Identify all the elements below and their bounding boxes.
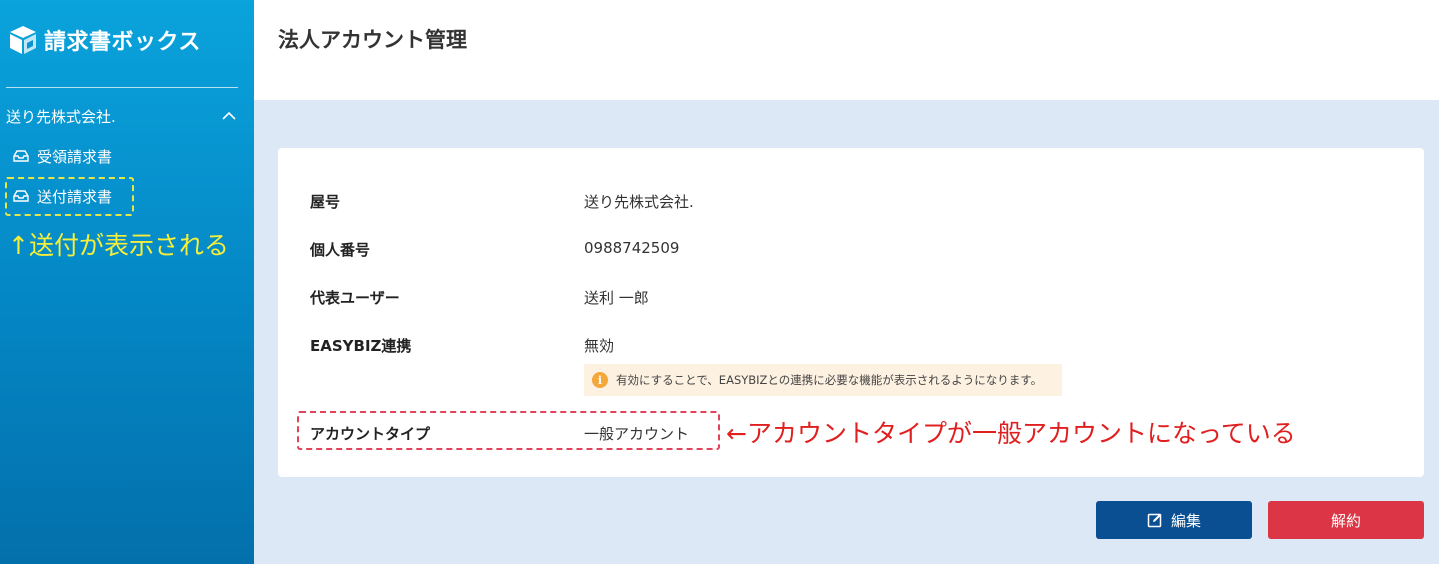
easybiz-notice: i 有効にすることで、EASYBIZとの連携に必要な機能が表示されるようになりま…: [584, 364, 1062, 396]
cancel-contract-button[interactable]: 解約: [1268, 501, 1424, 539]
easybiz-link-value: 無効: [584, 337, 615, 355]
sidebar: 請求書ボックス 送り先株式会社. 受領請求書 送付請求書 ↑送付が表示される: [0, 0, 254, 564]
sidebar-divider: [6, 87, 238, 88]
sidebar-item-received-invoices[interactable]: 受領請求書: [12, 144, 112, 168]
info-icon: i: [592, 372, 608, 388]
organization-name: 送り先株式会社.: [6, 107, 116, 126]
inbox-icon: [13, 150, 29, 162]
trade-name-label: 屋号: [310, 193, 341, 211]
app-logo-text: 請求書ボックス: [44, 30, 201, 55]
edit-button-label: 編集: [1170, 511, 1201, 530]
trade-name-value: 送り先株式会社.: [584, 193, 694, 211]
app-logo[interactable]: 請求書ボックス: [6, 22, 201, 58]
chevron-up-icon: [222, 111, 236, 120]
easybiz-link-label: EASYBIZ連携: [310, 337, 412, 355]
sidebar-item-label: 受領請求書: [37, 147, 113, 166]
personal-number-label: 個人番号: [310, 241, 371, 259]
annotation-sent-displayed: ↑送付が表示される: [8, 231, 229, 260]
box-logo-icon: [10, 26, 36, 54]
account-detail-card: 屋号 送り先株式会社. 個人番号 0988742509 代表ユーザー 送利 一郎…: [278, 148, 1424, 477]
highlight-box-account-type: [297, 411, 720, 450]
organization-toggle[interactable]: 送り先株式会社.: [6, 104, 238, 128]
representative-user-label: 代表ユーザー: [310, 289, 400, 307]
personal-number-value: 0988742509: [584, 239, 680, 257]
page-title: 法人アカウント管理: [278, 28, 467, 52]
cancel-contract-button-label: 解約: [1330, 511, 1361, 530]
page-header: 法人アカウント管理: [254, 0, 1439, 100]
edit-button[interactable]: 編集: [1096, 501, 1252, 539]
annotation-account-type: ←アカウントタイプが一般アカウントになっている: [726, 419, 1296, 448]
easybiz-notice-text: 有効にすることで、EASYBIZとの連携に必要な機能が表示されるようになります。: [616, 373, 1043, 387]
highlight-box-sent-invoices: [5, 177, 134, 216]
representative-user-value: 送利 一郎: [584, 289, 649, 307]
edit-icon: [1147, 513, 1162, 528]
